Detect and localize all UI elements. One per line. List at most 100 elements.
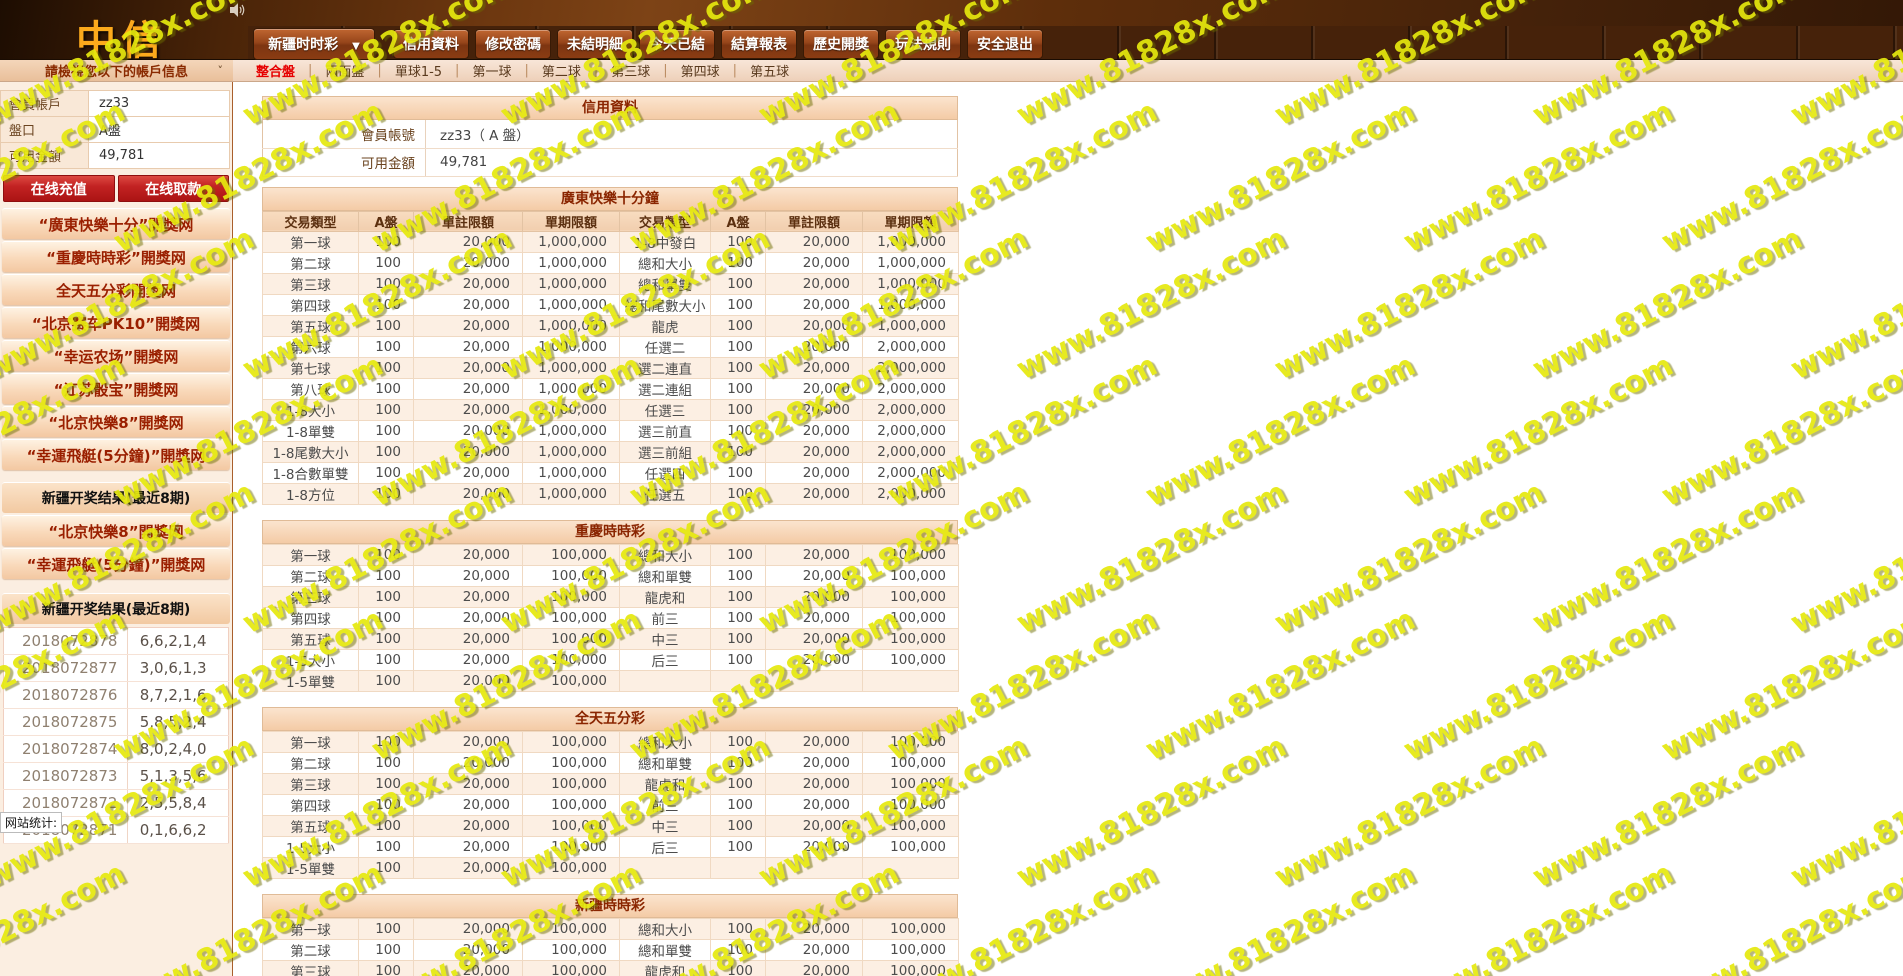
bet-type-cell: 總和大小: [619, 251, 711, 274]
limit-value-cell: 20,000: [765, 398, 863, 421]
limit-value-cell: 100,000: [522, 793, 620, 816]
bet-type-cell: 任選四: [619, 461, 711, 484]
sidebar-link[interactable]: “北京快樂8”開獎网: [2, 406, 230, 437]
limit-value-cell: 20,000: [413, 272, 523, 295]
draw-period: 2018072873: [3, 762, 128, 790]
limit-value-cell: 2,000,000: [862, 335, 959, 358]
nav-button-歷史開獎[interactable]: 歷史開獎: [803, 29, 879, 59]
sidebar-link[interactable]: “幸运农场”開獎网: [2, 340, 230, 371]
limit-value-cell: 100,000: [862, 772, 959, 795]
nav-button-信用資料[interactable]: 信用資料: [393, 29, 469, 59]
nav-button-安全退出[interactable]: 安全退出: [967, 29, 1043, 59]
bet-type-cell: 任選五: [619, 482, 711, 505]
sidebar-link[interactable]: “江苏骰宝”開獎网: [2, 373, 230, 404]
draw-numbers: 8,7,2,1,6: [126, 681, 229, 709]
bet-type-cell: 第四球: [262, 606, 359, 629]
limit-value-cell: 20,000: [413, 751, 523, 774]
limit-tables: 廣東快樂十分鐘 交易類型 A盤 單註限額 單期限額 交易類型 A盤 單註限額 單期限額 第一球 10…: [262, 186, 959, 976]
nav-button-修改密碼[interactable]: 修改密碼: [475, 29, 551, 59]
limit-value-cell: 20,000: [765, 814, 863, 837]
limit-value-cell: 100: [710, 814, 766, 837]
limit-value-cell: 100: [710, 627, 766, 650]
limit-value-cell: 20,000: [765, 793, 863, 816]
draw-numbers: 3,0,6,1,3: [126, 654, 229, 682]
limit-value-cell: 20,000: [413, 356, 523, 379]
limit-value-cell: 100: [358, 627, 414, 650]
nav-button-今天已結[interactable]: 今天已結: [639, 29, 715, 59]
play-tabs: 整合盤 | 兩面盤 | 單球1-5 | 第一球 | 第二球 | 第三球 | 第四球 | 第五球: [233, 60, 802, 81]
tab-第五球[interactable]: 第五球: [737, 61, 802, 80]
account-row-value: A盤: [88, 116, 230, 143]
wallet-button-在线取款[interactable]: 在线取款: [117, 175, 229, 202]
lottery-result-links: “廣東快樂十分”開獎网 “重慶時時彩”開獎网 全天五分彩開獎网 “北京赛车PK10”開…: [0, 208, 232, 470]
limit-value-cell: 20,000: [765, 648, 863, 671]
bet-type-cell: 第三球: [262, 272, 359, 295]
limit-row: 1-8大小 100 20,000 1,000,000 任選三 100 20,000 2,000…: [262, 398, 959, 421]
sidebar-link[interactable]: “幸運飛艇(5分鐘)”開獎网: [2, 548, 230, 579]
limit-value-cell: 100: [358, 835, 414, 858]
bet-type-cell: 總和大小: [619, 543, 711, 566]
limit-value-cell: 100: [710, 419, 766, 442]
tab-第二球[interactable]: 第二球: [529, 61, 594, 80]
limit-value-cell: 20,000: [765, 335, 863, 358]
chevron-collapse-icon[interactable]: ˅: [218, 64, 224, 77]
bet-type-cell: 第二球: [262, 751, 359, 774]
sidebar-link[interactable]: “重慶時時彩”開獎网: [2, 241, 230, 272]
limit-value-cell: 100,000: [522, 627, 620, 650]
bet-type-cell: 龍虎和: [619, 772, 711, 795]
limit-value-cell: 2,000,000: [862, 482, 959, 505]
limit-value-cell: 20,000: [413, 398, 523, 421]
bet-type-cell: 龍虎: [619, 314, 711, 337]
limit-value-cell: 20,000: [765, 772, 863, 795]
limit-value-cell: 1,000,000: [522, 356, 620, 379]
tab-第四球[interactable]: 第四球: [668, 61, 733, 80]
nav-button-結算報表[interactable]: 結算報表: [721, 29, 797, 59]
limit-value-cell: 100: [710, 461, 766, 484]
tab-第三球[interactable]: 第三球: [598, 61, 663, 80]
tab-單球1-5[interactable]: 單球1-5: [382, 61, 455, 80]
panel-title-新疆時時彩: 新疆時時彩: [262, 893, 958, 918]
limit-row: 第五球 100 20,000 100,000 中三 100 20,000 100,000: [262, 627, 959, 650]
sidebar-link[interactable]: 全天五分彩開獎网: [2, 274, 230, 305]
bet-type-cell: 任選二: [619, 335, 711, 358]
draw-period: 2018072875: [3, 708, 128, 736]
limit-row: 第六球 100 20,000 1,000,000 任選二 100 20,000 2,000,0…: [262, 335, 959, 358]
limit-value-cell: 100: [358, 482, 414, 505]
sidebar-link[interactable]: “北京快樂8”開獎网: [2, 515, 230, 546]
tab-兩面盤[interactable]: 兩面盤: [312, 61, 377, 80]
limit-value-cell: 100: [358, 959, 414, 976]
limit-row: 1-5大小 100 20,000 100,000 后三 100 20,000 100,000: [262, 835, 959, 858]
bet-type-cell: 龍虎和: [619, 959, 711, 976]
limit-value-cell: 100: [358, 293, 414, 316]
limit-value-cell: 20,000: [765, 606, 863, 629]
limit-header-row: 交易類型 A盤 單註限額 單期限額 交易類型 A盤 單註限額 單期限額: [262, 210, 959, 232]
column-header: 交易類型: [262, 210, 359, 232]
tab-第一球[interactable]: 第一球: [459, 61, 524, 80]
bet-type-cell: 第一球: [262, 543, 359, 566]
limit-value-cell: 20,000: [413, 293, 523, 316]
lottery-result-links-extra: “北京快樂8”開獎网 “幸運飛艇(5分鐘)”開獎网: [0, 515, 232, 579]
bet-type-cell: 第八球: [262, 377, 359, 400]
wallet-button-在线充值[interactable]: 在线充值: [3, 175, 115, 202]
limit-value-cell: 20,000: [413, 482, 523, 505]
tab-整合盤[interactable]: 整合盤: [243, 61, 308, 80]
limit-row: 第一球 100 20,000 100,000 總和大小 100 20,000 100,000: [262, 917, 959, 940]
sidebar-link[interactable]: “幸運飛艇(5分鐘)”開獎网: [2, 439, 230, 470]
sidebar-link[interactable]: “北京赛车PK10”開獎网: [2, 307, 230, 338]
limit-value-cell: 20,000: [413, 959, 523, 976]
limit-value-cell: 20,000: [765, 751, 863, 774]
limit-value-cell: 20,000: [765, 314, 863, 337]
nav-button-玩法規則[interactable]: 玩法規則: [885, 29, 961, 59]
limit-value-cell: 100,000: [862, 543, 959, 566]
limit-value-cell: 100,000: [862, 564, 959, 587]
limit-row: 1-5單雙 100 20,000 100,000: [262, 669, 959, 692]
limit-value-cell: 1,000,000: [862, 293, 959, 316]
nav-button-未結明細[interactable]: 未結明細: [557, 29, 633, 59]
limit-value-cell: 2,000,000: [862, 440, 959, 463]
sidebar-link[interactable]: “廣東快樂十分”開獎网: [2, 208, 230, 239]
lottery-select-dropdown[interactable]: 新疆时时彩 ▼: [253, 28, 375, 60]
credit-row: 會員帳號 zz33（ A 盤）: [262, 120, 958, 149]
bet-type-cell: 第四球: [262, 793, 359, 816]
limit-value-cell: 100: [358, 669, 414, 692]
limit-value-cell: 100,000: [522, 856, 620, 879]
